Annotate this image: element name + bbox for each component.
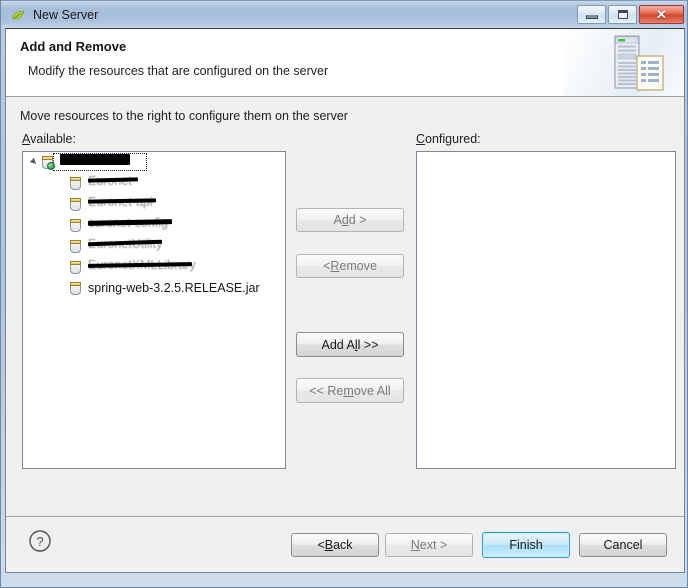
redacted-text: euronet-config (87, 216, 173, 231)
redacted-text (60, 153, 130, 168)
tree-row[interactable]: Euronet (23, 173, 285, 194)
jar-icon (69, 281, 82, 296)
page-description: Modify the resources that are configured… (28, 64, 329, 78)
tree-row-label: Euronet-api (87, 195, 157, 214)
configured-resources-list[interactable] (416, 151, 676, 469)
maximize-icon (617, 10, 628, 19)
tree-row[interactable]: EuronetUtility (23, 236, 285, 257)
jar-icon (69, 239, 82, 254)
server-rack-document-icon (601, 34, 671, 94)
redacted-text: EuronetXMLLibrary (87, 258, 196, 273)
jar-project-icon (41, 155, 55, 170)
tree-row-label: EuronetXMLLibrary (87, 258, 196, 277)
add-all-button[interactable]: Add All >> (296, 332, 404, 357)
new-server-dialog-window: New Server ✕ Add and Remove Modify the r… (0, 0, 688, 588)
tree-row-label: EuronetUtility (87, 237, 162, 256)
configured-label: Configured: (416, 132, 481, 146)
tree-row-label: spring-web-3.2.5.RELEASE.jar (88, 281, 260, 295)
redacted-text: Euronet (87, 174, 139, 189)
title-bar: New Server ✕ (1, 0, 687, 28)
dialog-body: Add and Remove Modify the resources that… (5, 28, 685, 573)
expand-collapse-icon[interactable] (29, 157, 39, 167)
next-button[interactable]: Next > (385, 533, 473, 557)
minimize-button[interactable] (577, 5, 606, 24)
remove-all-button[interactable]: << Re m ove All (296, 378, 404, 403)
close-icon: ✕ (656, 7, 667, 22)
title-bar-left: New Server (10, 6, 98, 24)
available-label: Available: (22, 132, 76, 146)
redacted-text: EuronetUtility (87, 237, 162, 252)
finish-button[interactable]: Finish (482, 532, 570, 558)
window-title: New Server (33, 8, 99, 22)
remove-button[interactable]: < Remove (296, 254, 404, 278)
page-title: Add and Remove (20, 39, 127, 54)
window-controls: ✕ (577, 5, 684, 24)
tree-row-label: euronet-config (87, 216, 173, 235)
instruction-text: Move resources to the right to configure… (20, 109, 348, 123)
add-button[interactable]: Add > (296, 208, 404, 232)
jar-icon (69, 197, 82, 212)
wizard-banner: Add and Remove Modify the resources that… (6, 29, 684, 97)
available-resources-list[interactable]: Euronet Euronet-api eu (22, 151, 286, 469)
tree-row-label: Euronet (87, 174, 139, 193)
back-button[interactable]: < Back (291, 533, 379, 557)
tree-row[interactable]: euronet-config (23, 215, 285, 236)
maximize-button[interactable] (608, 5, 637, 24)
help-icon[interactable]: ? (28, 529, 52, 553)
spring-leaf-icon (10, 7, 26, 23)
tree-row-label (60, 153, 130, 172)
close-button[interactable]: ✕ (639, 5, 684, 24)
cancel-button[interactable]: Cancel (579, 533, 667, 557)
svg-text:?: ? (36, 534, 43, 549)
minimize-icon (585, 15, 598, 19)
tree-row[interactable] (23, 152, 285, 173)
tree-row[interactable]: spring-web-3.2.5.RELEASE.jar (23, 278, 285, 299)
jar-icon (69, 260, 82, 275)
tree-row[interactable]: EuronetXMLLibrary (23, 257, 285, 278)
jar-icon (69, 218, 82, 233)
tree-row[interactable]: Euronet-api (23, 194, 285, 215)
jar-icon (69, 176, 82, 191)
redacted-text: Euronet-api (87, 195, 157, 210)
